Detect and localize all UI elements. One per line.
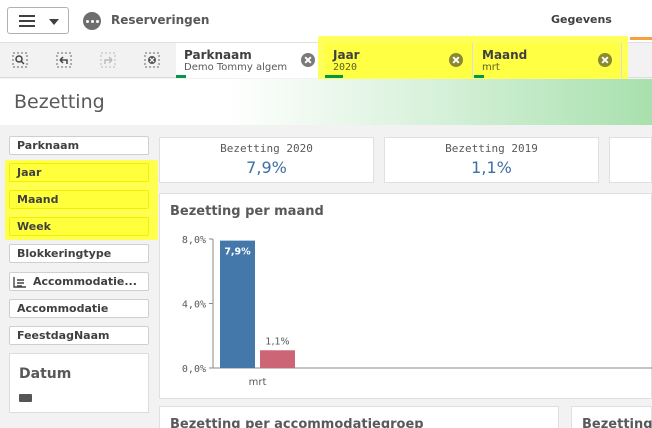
step-forward-icon[interactable]	[100, 52, 116, 68]
active-tab-indicator	[630, 37, 652, 40]
app-icon[interactable]	[83, 12, 101, 30]
panel-title: Bezetting per accommodatiegroep	[170, 417, 424, 428]
menu-button[interactable]	[7, 7, 69, 34]
filter-label: Accommodatie	[17, 302, 109, 315]
selection-chip-parknaam[interactable]: Parknaam Demo Tommy algem	[176, 43, 320, 78]
hamburger-icon	[19, 15, 35, 27]
filter-feestdagnaam[interactable]: FeestdagNaam	[9, 326, 149, 345]
filter-week[interactable]: Week	[9, 217, 149, 236]
filter-jaar[interactable]: Jaar	[9, 163, 149, 182]
selection-field-value: Demo Tommy algem	[184, 62, 288, 73]
app-title[interactable]: Reserveringen	[111, 13, 209, 27]
data-label: 1,1%	[265, 336, 289, 347]
selection-chip-maand[interactable]: Maand mrt	[474, 43, 622, 78]
selection-field-value: 2020	[333, 62, 358, 73]
kpi-title: Bezetting 2019	[445, 142, 538, 155]
chevron-down-icon	[49, 19, 59, 25]
y-tick-label: 8,0%	[182, 235, 206, 246]
close-icon[interactable]	[598, 53, 612, 67]
kpi-panel[interactable]	[609, 137, 652, 183]
filter-label: Blokkeringtype	[17, 247, 112, 260]
panel-bezetting-per-accommodatiegroep[interactable]: Bezetting per accommodatiegroep	[159, 406, 559, 428]
data-label: 7,9%	[224, 247, 251, 258]
selection-field-name: Maand	[482, 48, 528, 62]
drill-down-icon	[13, 277, 26, 288]
chart-title: Bezetting per maand	[170, 204, 324, 219]
bar	[260, 350, 295, 368]
smart-search-icon[interactable]	[12, 52, 28, 68]
sheet-header: Bezetting	[0, 79, 652, 125]
filter-label: Jaar	[17, 166, 42, 179]
tab-data[interactable]: Gegevens	[551, 13, 612, 26]
kpi-value: 7,9%	[246, 158, 287, 177]
bar-chart[interactable]: 0,0% 4,0% 8,0% 7,9% 1,1% mrt	[160, 224, 652, 400]
filter-label: Accommodatie...	[33, 275, 137, 288]
filter-maand[interactable]: Maand	[9, 190, 149, 209]
y-tick-label: 4,0%	[182, 300, 206, 311]
bar	[220, 240, 255, 368]
kpi-bezetting-2019[interactable]: Bezetting 2019 1,1%	[384, 137, 599, 183]
filter-parknaam[interactable]: Parknaam	[9, 136, 149, 155]
selection-state-bar	[176, 75, 186, 78]
sheet-title: Bezetting	[14, 91, 105, 113]
selection-state-bar	[325, 75, 343, 78]
filter-blokkeringtype[interactable]: Blokkeringtype	[9, 244, 149, 263]
chart-bezetting-per-maand[interactable]: Bezetting per maand 0,0% 4,0% 8,0% 7,9% 1,1%…	[159, 193, 652, 399]
kpi-value: 1,1%	[471, 158, 512, 177]
filter-label: Week	[17, 220, 51, 233]
kpi-bezetting-2020[interactable]: Bezetting 2020 7,9%	[159, 137, 374, 183]
selection-field-name: Jaar	[333, 48, 360, 62]
datum-filter[interactable]: Datum	[9, 353, 149, 413]
clear-all-icon[interactable]	[144, 52, 160, 68]
panel-title: Bezetting	[582, 417, 652, 428]
step-back-icon[interactable]	[56, 52, 72, 68]
kpi-title: Bezetting 2020	[220, 142, 313, 155]
panel-bezetting[interactable]: Bezetting	[571, 406, 652, 428]
close-icon[interactable]	[301, 53, 315, 67]
filter-label: Maand	[17, 193, 59, 206]
x-tick-label: mrt	[249, 377, 267, 388]
selection-state-bar	[474, 75, 484, 78]
selection-field-name: Parknaam	[184, 48, 252, 62]
datum-label: Datum	[19, 366, 72, 382]
calendar-icon[interactable]	[19, 394, 32, 402]
filter-label: Parknaam	[17, 139, 80, 152]
y-tick-label: 0,0%	[182, 364, 206, 375]
close-icon[interactable]	[449, 53, 463, 67]
filter-label: FeestdagNaam	[17, 329, 110, 342]
filter-accommodatie[interactable]: Accommodatie	[9, 299, 149, 318]
filter-accommodatiegroep[interactable]: Accommodatie...	[9, 272, 149, 291]
selection-chip-jaar[interactable]: Jaar 2020	[325, 43, 473, 78]
selection-field-value: mrt	[482, 62, 500, 73]
